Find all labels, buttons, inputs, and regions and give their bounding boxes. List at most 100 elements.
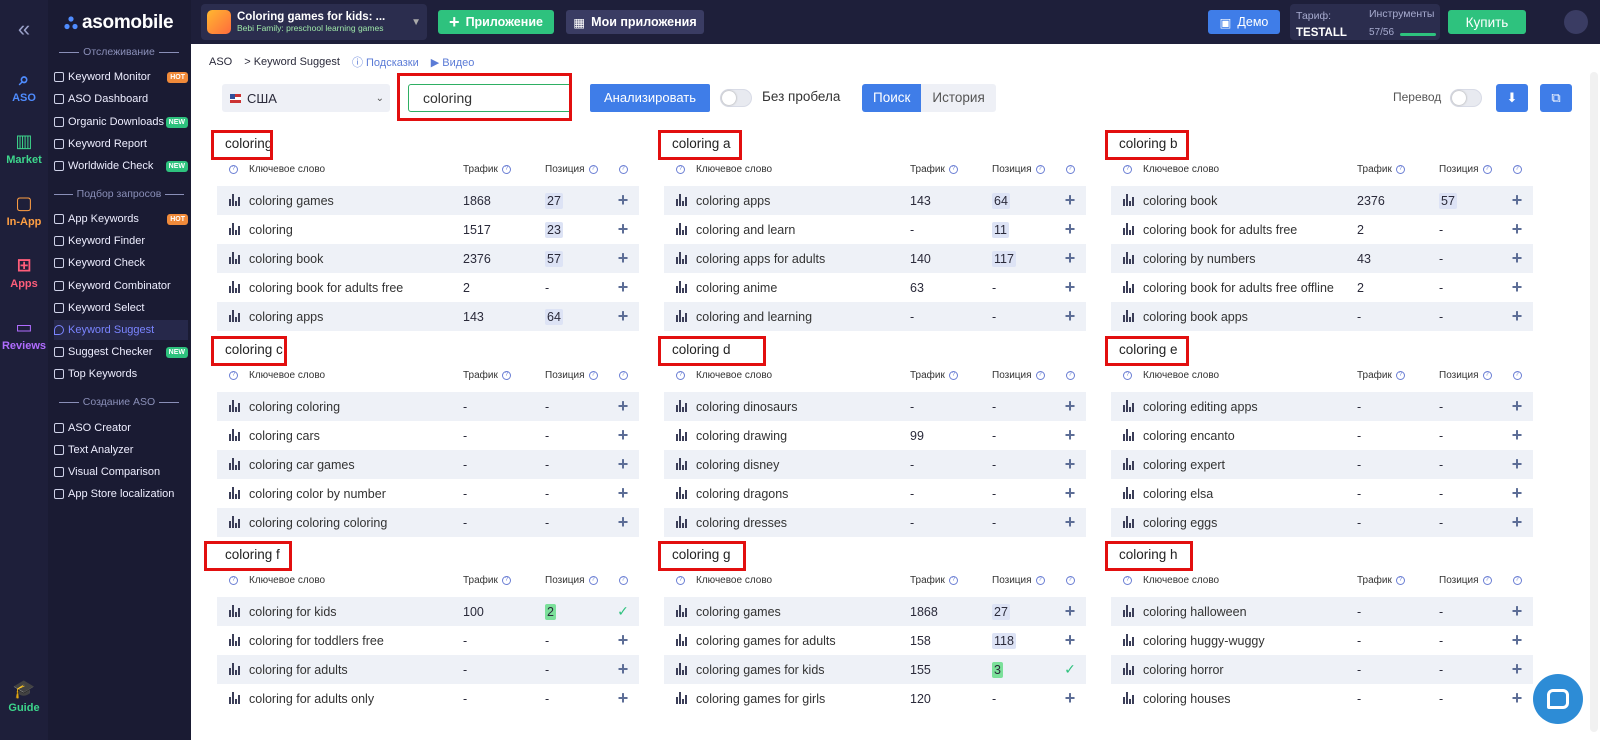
stats-bars-icon[interactable] (229, 310, 240, 325)
sidebar-item-keyword-check[interactable]: Keyword Check (54, 253, 188, 273)
plus-icon[interactable]: + (617, 513, 629, 531)
plus-icon[interactable]: + (1511, 397, 1523, 415)
plus-icon[interactable]: + (617, 660, 629, 678)
breadcrumb-root[interactable]: ASO (209, 56, 232, 68)
plus-icon[interactable]: + (617, 689, 629, 707)
help-icon[interactable]: ? (1395, 575, 1405, 585)
stats-bars-icon[interactable] (1123, 634, 1134, 649)
help-icon[interactable]: ? (618, 575, 628, 585)
stats-bars-icon[interactable] (229, 223, 240, 238)
hints-link[interactable]: ⓘ Подсказки (352, 54, 419, 70)
plus-icon[interactable]: + (1511, 426, 1523, 444)
plus-icon[interactable]: + (1064, 426, 1076, 444)
plus-icon[interactable]: + (617, 397, 629, 415)
stats-bars-icon[interactable] (1123, 400, 1134, 415)
help-icon[interactable]: ? (1123, 575, 1132, 585)
plus-icon[interactable]: + (1511, 191, 1523, 209)
stats-bars-icon[interactable] (229, 663, 240, 678)
plus-icon[interactable]: + (617, 455, 629, 473)
help-icon[interactable]: ? (1035, 164, 1045, 174)
stats-bars-icon[interactable] (676, 605, 687, 620)
stats-bars-icon[interactable] (229, 252, 240, 267)
collapse-sidebar-icon[interactable]: « (0, 14, 48, 44)
help-icon[interactable]: ? (1123, 370, 1132, 380)
stats-bars-icon[interactable] (1123, 281, 1134, 296)
plus-icon[interactable]: + (617, 249, 629, 267)
logo[interactable]: asomobile (64, 11, 174, 35)
sidebar-item-keyword-suggest[interactable]: Keyword Suggest (54, 320, 188, 340)
stats-bars-icon[interactable] (229, 487, 240, 502)
help-icon[interactable]: ? (229, 164, 238, 174)
plus-icon[interactable]: + (1064, 397, 1076, 415)
stats-bars-icon[interactable] (229, 692, 240, 707)
help-icon[interactable]: ? (1512, 575, 1522, 585)
help-icon[interactable]: ? (229, 370, 238, 380)
plus-icon[interactable]: + (617, 220, 629, 238)
stats-bars-icon[interactable] (229, 516, 240, 531)
help-icon[interactable]: ? (229, 575, 238, 585)
sidebar-item-text-analyzer[interactable]: Text Analyzer (54, 440, 188, 460)
check-icon[interactable]: ✓ (1064, 662, 1076, 676)
help-icon[interactable]: ? (1512, 164, 1522, 174)
plus-icon[interactable]: + (1511, 455, 1523, 473)
plus-icon[interactable]: + (1064, 191, 1076, 209)
stats-bars-icon[interactable] (676, 516, 687, 531)
rail-item-apps[interactable]: ⊞ Apps (0, 252, 48, 290)
rail-item-aso[interactable]: ⌕ ASO (0, 66, 48, 104)
help-icon[interactable]: ? (618, 370, 628, 380)
help-icon[interactable]: ? (588, 370, 598, 380)
page-scrollbar[interactable] (1590, 72, 1598, 732)
no-space-toggle[interactable] (720, 89, 752, 107)
rail-item-in-app[interactable]: ▢ In-App (0, 190, 48, 228)
plus-icon[interactable]: + (1064, 249, 1076, 267)
sidebar-item-keyword-report[interactable]: Keyword Report (54, 134, 188, 154)
plus-icon[interactable]: + (617, 191, 629, 209)
help-icon[interactable]: ? (1035, 575, 1045, 585)
plus-icon[interactable]: + (1064, 631, 1076, 649)
stats-bars-icon[interactable] (229, 605, 240, 620)
help-icon[interactable]: ? (676, 370, 685, 380)
rail-item-reviews[interactable]: ▭ Reviews (0, 314, 48, 352)
sidebar-item-visual-comparison[interactable]: Visual Comparison (54, 462, 188, 482)
plus-icon[interactable]: + (1064, 689, 1076, 707)
plus-icon[interactable]: + (617, 484, 629, 502)
sidebar-item-keyword-finder[interactable]: Keyword Finder (54, 231, 188, 251)
stats-bars-icon[interactable] (1123, 458, 1134, 473)
plus-icon[interactable]: + (1511, 484, 1523, 502)
support-chat-button[interactable] (1533, 674, 1583, 724)
help-icon[interactable]: ? (1482, 164, 1492, 174)
stats-bars-icon[interactable] (676, 663, 687, 678)
plus-icon[interactable]: + (1511, 513, 1523, 531)
plus-icon[interactable]: + (617, 426, 629, 444)
plus-icon[interactable]: + (1511, 249, 1523, 267)
plus-icon[interactable]: + (617, 307, 629, 325)
stats-bars-icon[interactable] (229, 429, 240, 444)
help-icon[interactable]: ? (1482, 575, 1492, 585)
plus-icon[interactable]: + (1511, 660, 1523, 678)
stats-bars-icon[interactable] (1123, 487, 1134, 502)
country-select[interactable]: США ⌄ (222, 84, 390, 112)
stats-bars-icon[interactable] (229, 634, 240, 649)
stats-bars-icon[interactable] (1123, 692, 1134, 707)
stats-bars-icon[interactable] (1123, 223, 1134, 238)
help-icon[interactable]: ? (948, 575, 958, 585)
sidebar-item-keyword-select[interactable]: Keyword Select (54, 298, 188, 318)
sidebar-item-organic-downloads[interactable]: Organic Downloads NEW (54, 112, 188, 132)
plus-icon[interactable]: + (1511, 220, 1523, 238)
plus-icon[interactable]: + (1511, 602, 1523, 620)
stats-bars-icon[interactable] (676, 458, 687, 473)
help-icon[interactable]: ? (501, 370, 511, 380)
tab-search[interactable]: Поиск (862, 84, 922, 112)
help-icon[interactable]: ? (948, 164, 958, 174)
sidebar-item-keyword-combinator[interactable]: Keyword Combinator (54, 276, 188, 296)
stats-bars-icon[interactable] (1123, 310, 1134, 325)
sidebar-item-app-keywords[interactable]: App Keywords HOT (54, 209, 188, 229)
help-icon[interactable]: ? (1395, 370, 1405, 380)
demo-button[interactable]: ▣ Демо (1208, 10, 1280, 34)
stats-bars-icon[interactable] (229, 458, 240, 473)
help-icon[interactable]: ? (501, 575, 511, 585)
sidebar-item-worldwide-check[interactable]: Worldwide Check NEW (54, 156, 188, 176)
stats-bars-icon[interactable] (676, 429, 687, 444)
help-icon[interactable]: ? (1123, 164, 1132, 174)
tab-history[interactable]: История (921, 84, 996, 112)
